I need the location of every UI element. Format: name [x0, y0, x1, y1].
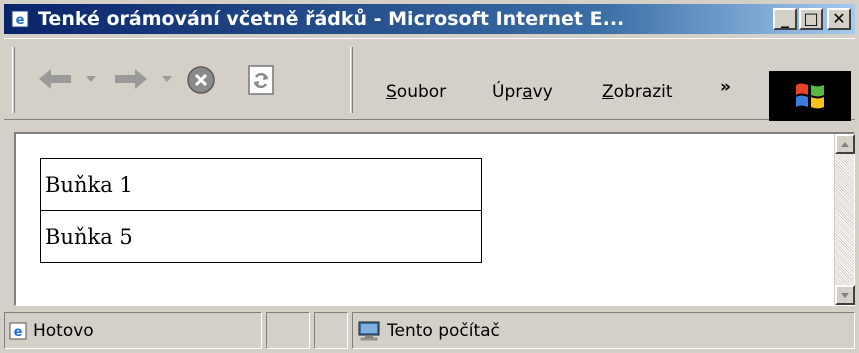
windows-logo: [769, 71, 851, 121]
refresh-icon: [248, 65, 274, 95]
svg-text:e: e: [16, 13, 25, 28]
minimize-icon: _: [781, 9, 789, 28]
windows-logo-icon: [796, 83, 824, 109]
toolbar-grip-menu[interactable]: [350, 47, 353, 113]
scroll-up-button[interactable]: [835, 134, 855, 154]
window-title: Tenké orámování včetně řádků - Microsoft…: [38, 8, 625, 30]
page-content[interactable]: Buňka 1 Buňka 5: [14, 132, 855, 306]
stop-icon: [187, 66, 215, 94]
toolbar: Soubor Úpravy Zobrazit »: [4, 38, 855, 121]
arrow-down-icon: [841, 292, 849, 298]
scroll-down-button[interactable]: [835, 285, 855, 305]
vertical-scrollbar[interactable]: [834, 134, 855, 305]
status-panel-zone: Tento počítač: [352, 312, 855, 349]
menu-file[interactable]: Soubor: [386, 82, 446, 102]
refresh-button[interactable]: [240, 61, 282, 99]
status-bar: e Hotovo Tento počítač: [4, 312, 855, 349]
close-button[interactable]: ✕: [827, 8, 851, 30]
browser-window: e Tenké orámování včetně řádků - Microso…: [0, 0, 859, 353]
zone-text: Tento počítač: [387, 320, 500, 341]
ie-page-icon: e: [9, 322, 27, 340]
arrow-up-icon: [841, 141, 849, 147]
table-row: Buňka 1: [40, 158, 482, 211]
forward-button[interactable]: [106, 59, 156, 99]
minimize-button[interactable]: _: [773, 8, 797, 30]
title-buttons: _ □ ✕: [773, 8, 851, 30]
status-text: Hotovo: [33, 320, 94, 341]
chevron-down-icon: [162, 76, 172, 82]
chevron-down-icon: [86, 76, 96, 82]
menu-more-chevron[interactable]: »: [720, 77, 731, 97]
back-button[interactable]: [30, 59, 80, 99]
computer-icon: [357, 321, 381, 341]
forward-dropdown[interactable]: [160, 69, 174, 89]
status-panel-main: e Hotovo: [4, 312, 262, 349]
status-panel-empty: [266, 312, 310, 349]
close-icon: ✕: [832, 9, 846, 28]
toolbar-grip[interactable]: [12, 47, 15, 113]
back-arrow-icon: [39, 69, 71, 89]
bordered-table: Buňka 1 Buňka 5: [40, 158, 482, 263]
svg-text:e: e: [14, 325, 23, 340]
menu-view[interactable]: Zobrazit: [602, 82, 673, 102]
maximize-icon: □: [803, 9, 819, 28]
ie-page-icon: e: [10, 9, 30, 29]
menu-edit[interactable]: Úpravy: [492, 82, 553, 102]
title-bar[interactable]: e Tenké orámování včetně řádků - Microso…: [4, 4, 855, 34]
stop-button[interactable]: [180, 61, 222, 99]
table-row: Buňka 5: [40, 210, 482, 263]
maximize-button[interactable]: □: [799, 8, 823, 30]
back-dropdown[interactable]: [84, 69, 98, 89]
table-cell: Buňka 1: [40, 158, 482, 211]
forward-arrow-icon: [115, 69, 147, 89]
table-cell: Buňka 5: [40, 210, 482, 263]
status-panel-empty: [314, 312, 348, 349]
